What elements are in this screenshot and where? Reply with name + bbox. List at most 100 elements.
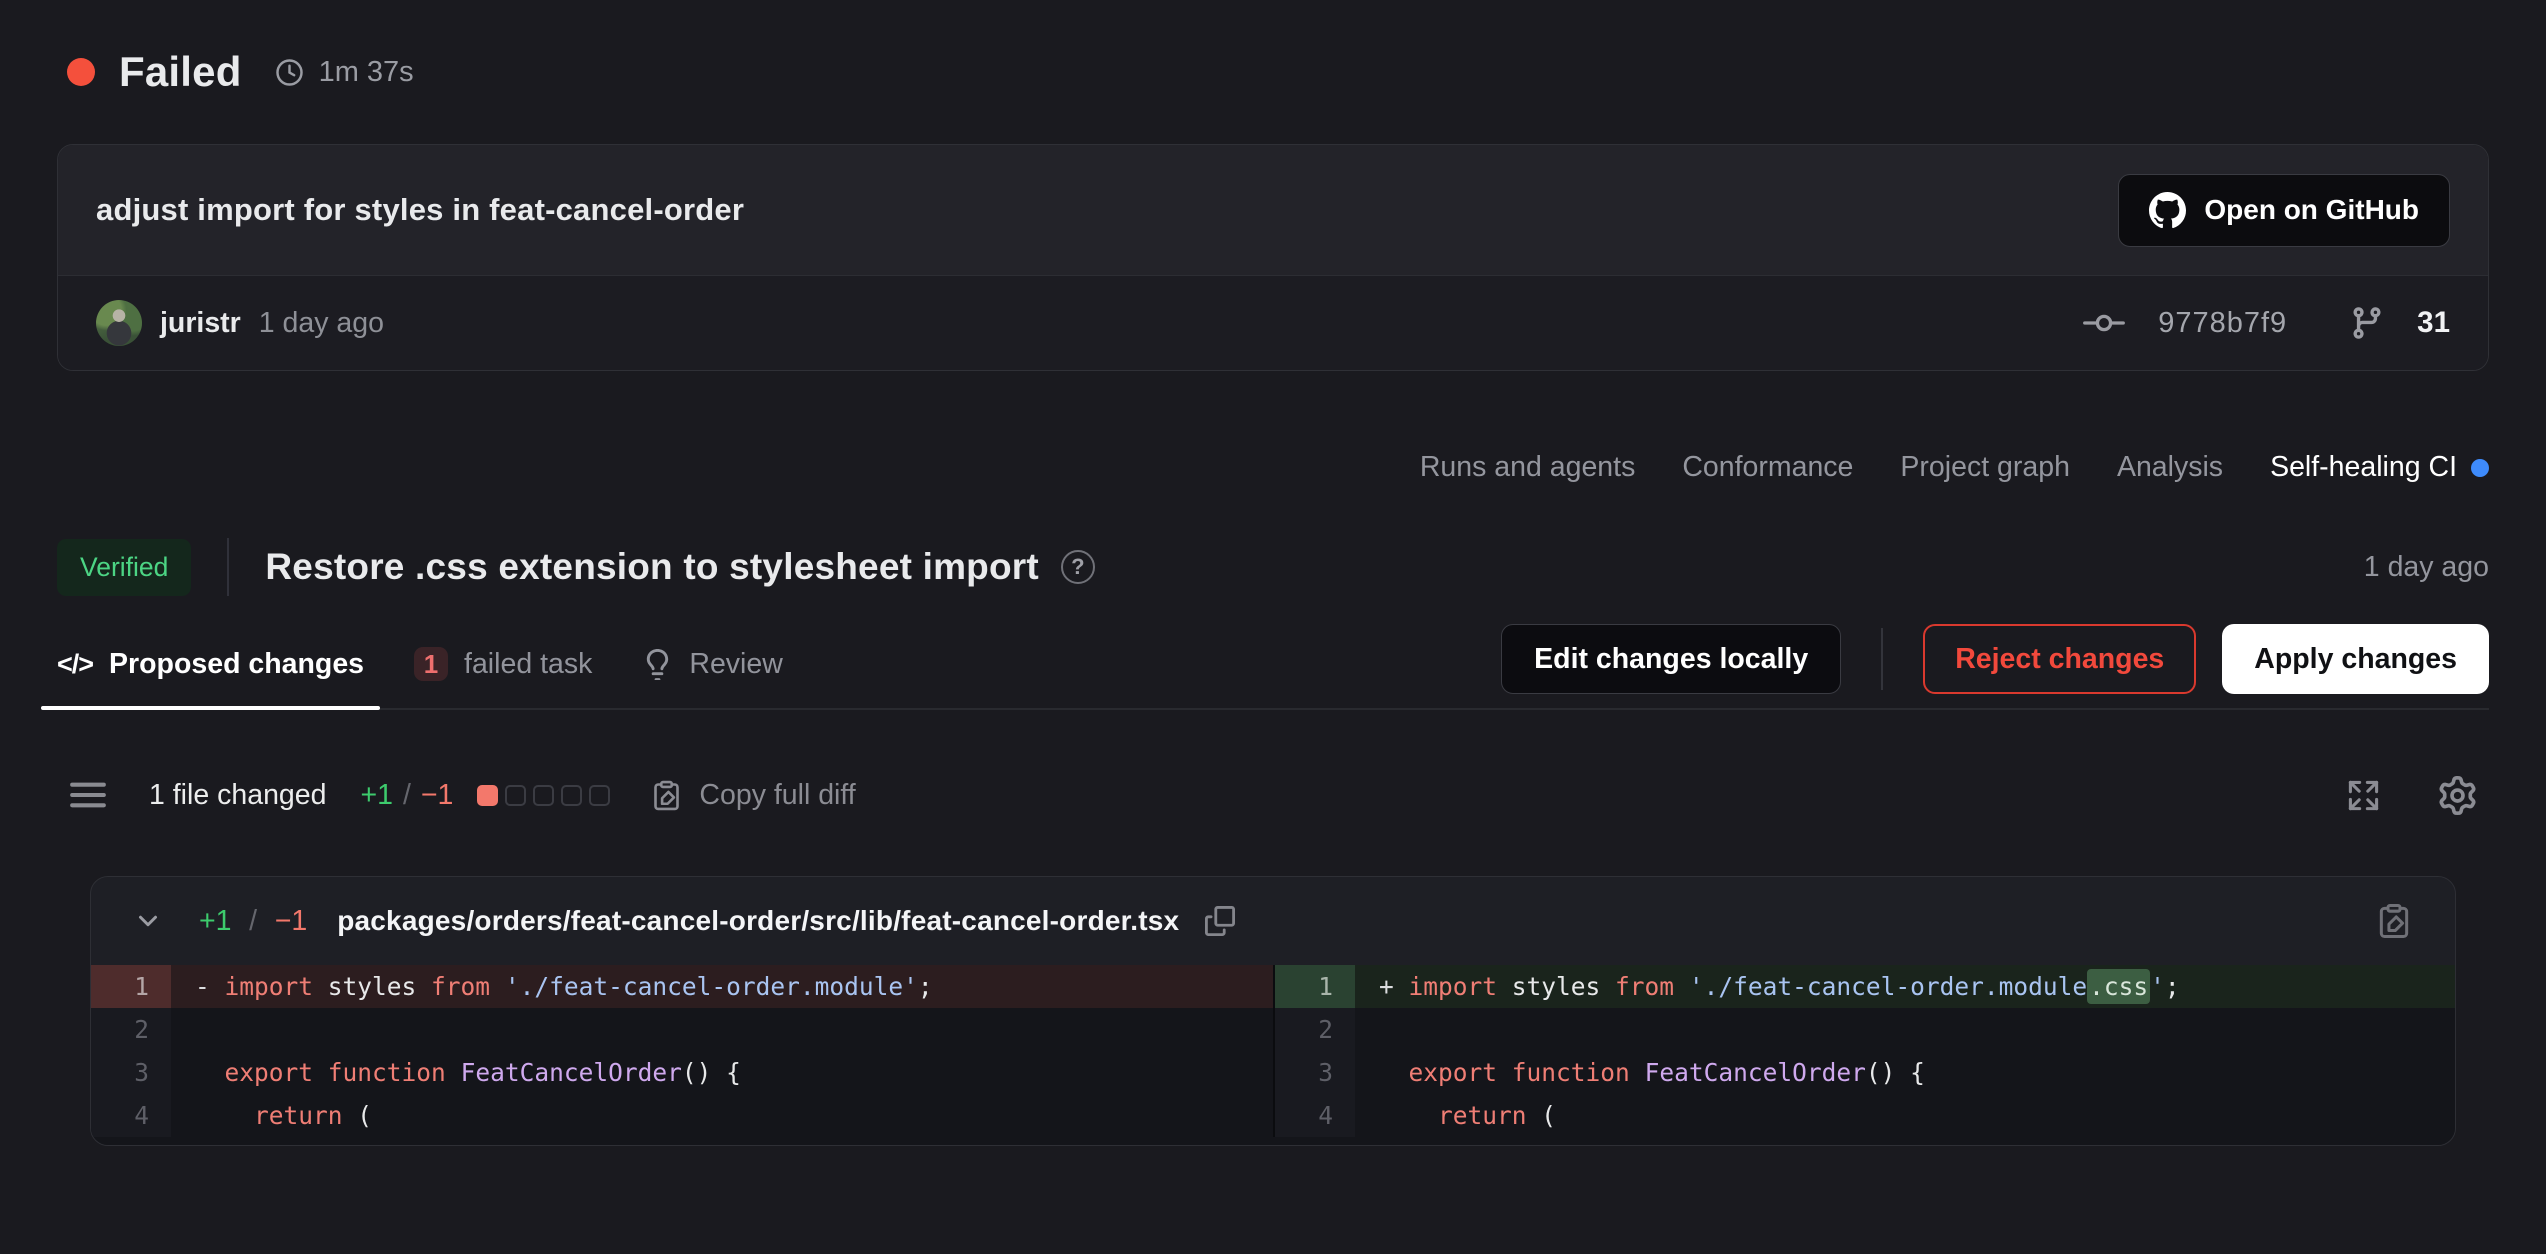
- diff-toolbar: 1 file changed +1 / −1 Copy full diff: [57, 766, 2489, 824]
- nav-item-conformance[interactable]: Conformance: [1682, 451, 1853, 484]
- commit-card: adjust import for styles in feat-cancel-…: [57, 144, 2489, 371]
- clipboard-icon: [650, 779, 683, 812]
- files-changed-label: 1 file changed: [149, 779, 326, 812]
- code-line: + import styles from './feat-cancel-orde…: [1355, 965, 2455, 1008]
- code-line: export function FeatCancelOrder() {: [1355, 1051, 2455, 1094]
- copy-full-diff-button[interactable]: Copy full diff: [650, 779, 855, 812]
- stat-slash: /: [403, 779, 411, 812]
- code-icon: </>: [57, 649, 93, 680]
- commit-author[interactable]: juristr: [160, 307, 241, 340]
- tab-proposed-changes[interactable]: </> Proposed changes: [57, 620, 364, 708]
- diff-block-filled: [477, 785, 498, 806]
- nav-item-label: Self-healing CI: [2270, 451, 2457, 484]
- help-icon[interactable]: ?: [1061, 550, 1095, 584]
- fix-header: Verified Restore .css extension to style…: [57, 538, 2489, 596]
- vertical-divider: [1881, 628, 1883, 690]
- status-label: Failed: [119, 48, 242, 96]
- copy-path-icon[interactable]: [1205, 906, 1235, 936]
- failed-status-dot: [67, 58, 95, 86]
- file-stat-slash: /: [249, 905, 257, 937]
- deletions-count: −1: [421, 779, 454, 812]
- branch-count[interactable]: 31: [2417, 306, 2450, 340]
- nav-item-self-healing-ci[interactable]: Self-healing CI: [2270, 451, 2489, 484]
- apply-changes-button[interactable]: Apply changes: [2222, 624, 2489, 694]
- open-on-github-button[interactable]: Open on GitHub: [2118, 174, 2450, 247]
- diff-line: 1- import styles from './feat-cancel-ord…: [91, 965, 1273, 1008]
- tabs-row: </> Proposed changes 1 failed task Revie…: [57, 620, 2489, 710]
- tab-label: Proposed changes: [109, 648, 364, 681]
- git-branch-icon: [2349, 305, 2385, 341]
- diff-blocks-indicator: [477, 785, 610, 806]
- copy-full-diff-label: Copy full diff: [699, 779, 855, 812]
- expand-icon[interactable]: [2345, 777, 2382, 814]
- nav-item-project-graph[interactable]: Project graph: [1900, 451, 2070, 484]
- failed-count-badge: 1: [414, 647, 448, 681]
- diff-pane-after: 1+ import styles from './feat-cancel-ord…: [1273, 965, 2455, 1137]
- nav-item-analysis[interactable]: Analysis: [2117, 451, 2223, 484]
- file-additions: +1: [199, 905, 232, 937]
- hamburger-menu-icon[interactable]: [69, 780, 107, 810]
- additions-count: +1: [360, 779, 393, 812]
- vertical-divider: [227, 538, 229, 596]
- notification-dot: [2471, 459, 2489, 477]
- avatar: [96, 300, 142, 346]
- commit-title: adjust import for styles in feat-cancel-…: [96, 192, 744, 228]
- tab-label: Review: [689, 648, 782, 681]
- diff-pane-before: 1- import styles from './feat-cancel-ord…: [91, 965, 1273, 1137]
- github-button-label: Open on GitHub: [2204, 194, 2419, 226]
- line-number: 3: [91, 1051, 171, 1094]
- tab-label: failed task: [464, 648, 592, 681]
- diff-line: 4 return (: [1275, 1094, 2455, 1137]
- verified-badge: Verified: [57, 539, 191, 596]
- code-line: export function FeatCancelOrder() {: [171, 1051, 1273, 1094]
- tab-failed-task[interactable]: 1 failed task: [414, 620, 592, 708]
- line-number: 4: [91, 1094, 171, 1137]
- diff-line: 3 export function FeatCancelOrder() {: [91, 1051, 1273, 1094]
- diff-line: 4 return (: [91, 1094, 1273, 1137]
- git-commit-icon: [2082, 308, 2126, 338]
- file-path: packages/orders/feat-cancel-order/src/li…: [337, 905, 1179, 937]
- fix-title: Restore .css extension to stylesheet imp…: [265, 546, 1039, 588]
- code-line: [1355, 1008, 2455, 1051]
- gear-icon[interactable]: [2438, 776, 2477, 815]
- file-deletions: −1: [275, 905, 308, 937]
- diff-block-empty: [533, 785, 554, 806]
- diff-block-empty: [505, 785, 526, 806]
- code-line: return (: [1355, 1094, 2455, 1137]
- file-diff-stats: +1 / −1: [199, 905, 307, 938]
- tab-review[interactable]: Review: [642, 620, 782, 708]
- diff-line: 2: [1275, 1008, 2455, 1051]
- code-line: - import styles from './feat-cancel-orde…: [171, 965, 1273, 1008]
- top-nav: Runs and agents Conformance Project grap…: [57, 451, 2489, 484]
- github-icon: [2149, 192, 2186, 229]
- line-number: 2: [91, 1008, 171, 1051]
- diff-line: 3 export function FeatCancelOrder() {: [1275, 1051, 2455, 1094]
- edit-changes-locally-button[interactable]: Edit changes locally: [1501, 624, 1841, 694]
- diff-body: 1- import styles from './feat-cancel-ord…: [91, 965, 2455, 1145]
- chevron-down-icon[interactable]: [133, 906, 163, 936]
- code-line: return (: [171, 1094, 1273, 1137]
- line-number: 1: [91, 965, 171, 1008]
- diff-toolbar-right: [2345, 776, 2477, 815]
- lightbulb-icon: [642, 649, 673, 680]
- diff-file-card: +1 / −1 packages/orders/feat-cancel-orde…: [90, 876, 2456, 1146]
- diff-file-header: +1 / −1 packages/orders/feat-cancel-orde…: [91, 877, 2455, 965]
- line-number: 2: [1275, 1008, 1355, 1051]
- diff-block-empty: [561, 785, 582, 806]
- action-buttons: Edit changes locally Reject changes Appl…: [1501, 624, 2489, 694]
- clock-icon: [274, 57, 305, 88]
- fix-time-ago: 1 day ago: [2364, 551, 2489, 584]
- diff-line: 2: [91, 1008, 1273, 1051]
- commit-meta-row: juristr 1 day ago 9778b7f9 31: [58, 275, 2488, 370]
- tabs: </> Proposed changes 1 failed task Revie…: [57, 620, 783, 708]
- reject-changes-button[interactable]: Reject changes: [1923, 624, 2196, 694]
- copy-file-diff-icon[interactable]: [2375, 902, 2413, 940]
- page: Failed 1m 37s adjust import for styles i…: [0, 0, 2546, 1146]
- line-number: 3: [1275, 1051, 1355, 1094]
- line-number: 4: [1275, 1094, 1355, 1137]
- diff-block-empty: [589, 785, 610, 806]
- status-duration: 1m 37s: [319, 56, 414, 89]
- commit-time-ago: 1 day ago: [259, 307, 384, 340]
- commit-hash[interactable]: 9778b7f9: [2158, 307, 2287, 340]
- nav-item-runs-and-agents[interactable]: Runs and agents: [1420, 451, 1636, 484]
